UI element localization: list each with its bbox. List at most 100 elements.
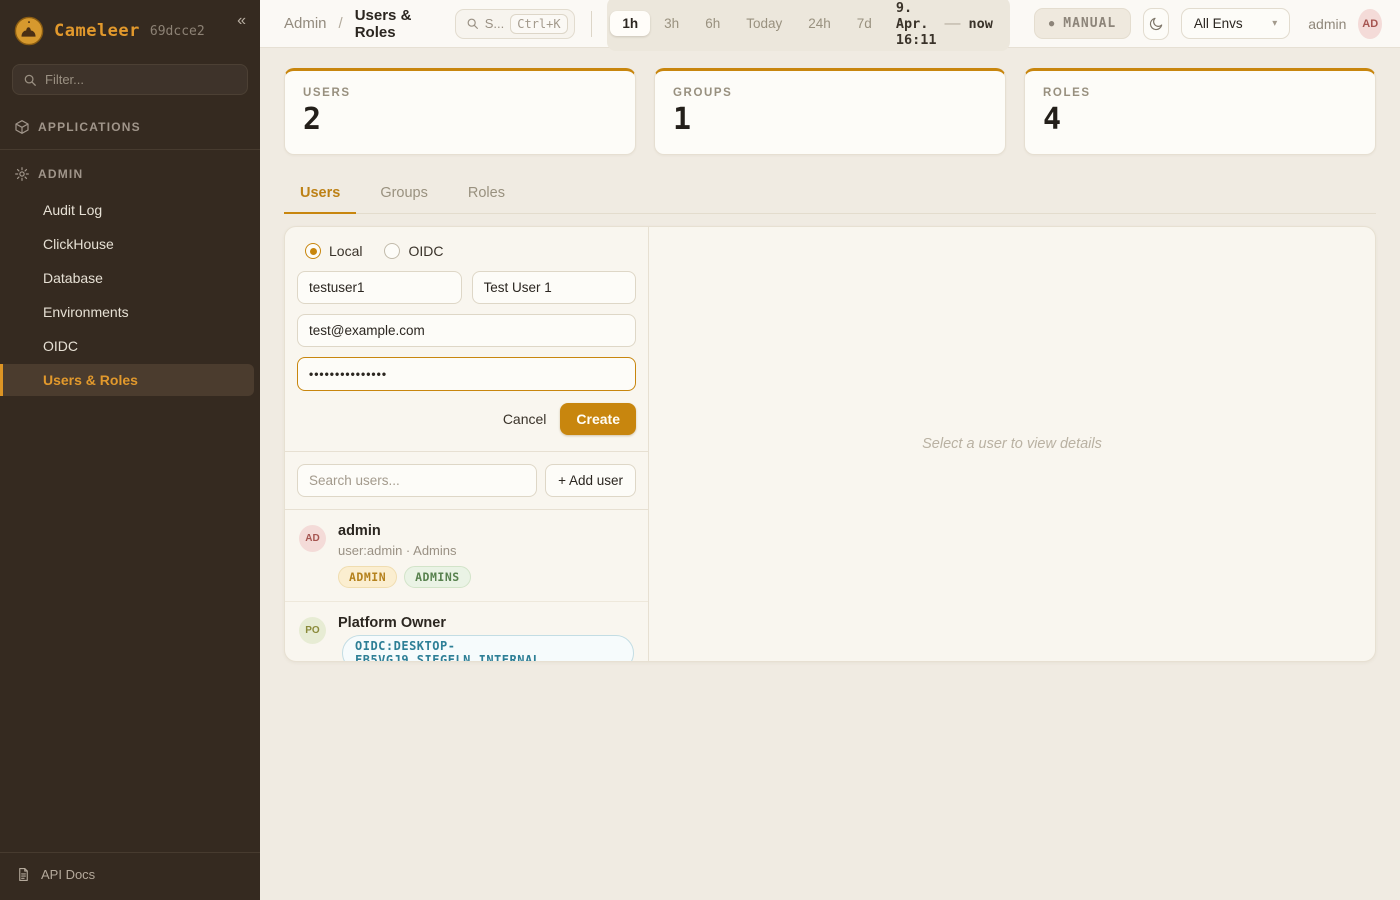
time-to: now xyxy=(968,16,992,32)
stat-value: 1 xyxy=(673,103,987,136)
sidebar-item-oidc[interactable]: OIDC xyxy=(0,330,260,362)
create-user-form: Local OIDC xyxy=(285,227,648,452)
time-separator: — xyxy=(944,15,960,33)
user-detail-panel: Select a user to view details xyxy=(649,227,1375,661)
form-actions: Cancel Create xyxy=(297,403,636,435)
cancel-button[interactable]: Cancel xyxy=(503,411,547,427)
user-list-item-admin[interactable]: AD admin user:admin · Admins ADMIN ADMIN… xyxy=(285,510,648,602)
tab-users[interactable]: Users xyxy=(284,175,356,214)
radio-local[interactable]: Local xyxy=(305,243,362,259)
manual-label: MANUAL xyxy=(1063,16,1116,31)
sidebar-filter-input[interactable] xyxy=(45,72,237,87)
search-users-input[interactable] xyxy=(297,464,537,497)
users-panel-left: Local OIDC xyxy=(285,227,649,661)
radio-local-dot xyxy=(305,243,321,259)
theme-toggle-button[interactable] xyxy=(1143,8,1169,40)
api-docs-label: API Docs xyxy=(41,867,95,882)
stat-card-groups: GROUPS 1 xyxy=(654,68,1006,155)
breadcrumb-parent[interactable]: Admin xyxy=(284,15,327,32)
role-badge: ADMIN xyxy=(338,566,397,588)
sidebar-item-clickhouse[interactable]: ClickHouse xyxy=(0,228,260,260)
user-avatar: AD xyxy=(299,525,326,552)
sidebar-item-users-roles[interactable]: Users & Roles xyxy=(0,364,254,396)
global-search-placeholder: S... xyxy=(485,16,505,31)
tab-groups[interactable]: Groups xyxy=(364,175,444,214)
time-option-1h[interactable]: 1h xyxy=(610,11,650,36)
user-list-item-platform-owner[interactable]: PO Platform Owner OIDC:DESKTOP-FB5VGJ9.S… xyxy=(285,602,648,662)
username-field[interactable] xyxy=(297,271,462,304)
cube-icon xyxy=(14,119,30,135)
user-name: Platform Owner xyxy=(338,615,634,631)
tab-roles[interactable]: Roles xyxy=(452,175,521,214)
time-option-24h[interactable]: 24h xyxy=(796,11,843,36)
api-docs-link[interactable]: API Docs xyxy=(0,852,260,900)
main-area: Admin / Users & Roles S... Ctrl+K 1h 3h … xyxy=(260,0,1400,900)
time-option-7d[interactable]: 7d xyxy=(845,11,884,36)
header-divider xyxy=(591,11,592,37)
sidebar-divider xyxy=(0,149,260,150)
radio-oidc[interactable]: OIDC xyxy=(384,243,443,259)
moon-icon xyxy=(1148,16,1164,32)
collapse-sidebar-icon[interactable]: « xyxy=(237,12,246,30)
brand-name: Cameleer xyxy=(54,21,140,41)
time-option-3h[interactable]: 3h xyxy=(652,11,691,36)
stat-label: USERS xyxy=(303,87,617,99)
current-user-name: admin xyxy=(1308,16,1346,32)
admin-nav: Audit Log ClickHouse Database Environmen… xyxy=(0,194,260,396)
stat-label: ROLES xyxy=(1043,87,1357,99)
sidebar-section-admin[interactable]: ADMIN xyxy=(0,156,260,192)
sidebar-section-applications[interactable]: APPLICATIONS xyxy=(0,109,260,145)
create-button[interactable]: Create xyxy=(560,403,636,435)
stat-label: GROUPS xyxy=(673,87,987,99)
user-info: Platform Owner OIDC:DESKTOP-FB5VGJ9.SIEG… xyxy=(338,615,634,662)
time-option-today[interactable]: Today xyxy=(734,11,794,36)
app-root: Cameleer 69dcce2 « APPLICATIONS xyxy=(0,0,1400,900)
environment-select[interactable]: All Envs ▾ xyxy=(1181,8,1290,39)
user-avatar: PO xyxy=(299,617,326,644)
sidebar-filter[interactable] xyxy=(12,64,248,95)
radio-oidc-label: OIDC xyxy=(408,243,443,259)
chevron-down-icon: ▾ xyxy=(1272,18,1277,29)
sidebar-item-audit-log[interactable]: Audit Log xyxy=(0,194,260,226)
build-hash: 69dcce2 xyxy=(150,24,205,39)
global-search[interactable]: S... Ctrl+K xyxy=(455,9,575,39)
brand-header: Cameleer 69dcce2 « xyxy=(0,0,260,60)
radio-oidc-dot xyxy=(384,243,400,259)
manual-status-dot: ● xyxy=(1049,19,1055,29)
email-field[interactable] xyxy=(297,314,636,347)
time-from: 9. Apr. 16:11 xyxy=(896,0,937,48)
user-list: AD admin user:admin · Admins ADMIN ADMIN… xyxy=(285,510,648,662)
users-panel: Local OIDC xyxy=(284,226,1376,662)
content-area: USERS 2 GROUPS 1 ROLES 4 Users Groups Ro… xyxy=(260,48,1400,900)
time-option-6h[interactable]: 6h xyxy=(693,11,732,36)
section-label: ADMIN xyxy=(38,167,83,181)
section-label: APPLICATIONS xyxy=(38,120,141,134)
user-avatar[interactable]: AD xyxy=(1358,9,1382,39)
stat-card-roles: ROLES 4 xyxy=(1024,68,1376,155)
group-badge: ADMINS xyxy=(404,566,471,588)
stat-card-users: USERS 2 xyxy=(284,68,636,155)
oidc-provider-pill: OIDC:DESKTOP-FB5VGJ9.SIEGELN.INTERNAL xyxy=(342,635,634,662)
refresh-mode-button[interactable]: ● MANUAL xyxy=(1034,8,1131,39)
search-icon xyxy=(23,73,37,87)
environment-value: All Envs xyxy=(1194,16,1243,31)
sidebar-item-environments[interactable]: Environments xyxy=(0,296,260,328)
search-shortcut-badge: Ctrl+K xyxy=(510,14,567,34)
user-search-row: + Add user xyxy=(285,452,648,510)
search-icon xyxy=(466,17,479,30)
tabs-row: Users Groups Roles xyxy=(284,175,1376,214)
document-icon xyxy=(16,867,31,882)
stats-row: USERS 2 GROUPS 1 ROLES 4 xyxy=(284,68,1376,155)
time-range-display[interactable]: 9. Apr. 16:11 — now xyxy=(886,0,1007,48)
user-info: admin user:admin · Admins ADMIN ADMINS xyxy=(338,523,471,588)
password-field[interactable] xyxy=(297,357,636,391)
sidebar-item-database[interactable]: Database xyxy=(0,262,260,294)
breadcrumb-current: Users & Roles xyxy=(355,7,435,41)
time-range-selector: 1h 3h 6h Today 24h 7d 9. Apr. 16:11 — no… xyxy=(607,0,1009,51)
user-name: admin xyxy=(338,523,471,539)
gear-icon xyxy=(14,166,30,182)
sidebar: Cameleer 69dcce2 « APPLICATIONS xyxy=(0,0,260,900)
display-name-field[interactable] xyxy=(472,271,637,304)
add-user-button[interactable]: + Add user xyxy=(545,464,636,497)
user-meta: user:admin · Admins xyxy=(338,543,471,558)
